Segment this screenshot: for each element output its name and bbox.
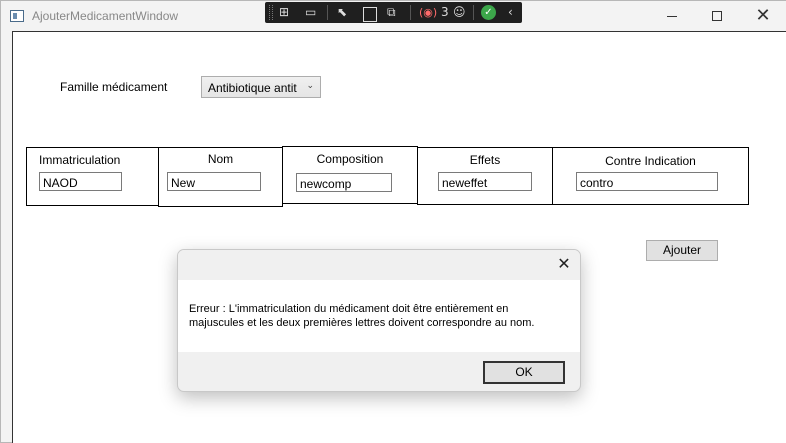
- ok-button[interactable]: OK: [483, 361, 565, 384]
- toolbar-divider: [473, 5, 474, 20]
- debug-toolbar: ⊞ ▭ ⬉ ⧉ (◉) 3 ☺ ✓ ‹: [265, 2, 522, 23]
- composition-input[interactable]: [296, 173, 392, 192]
- toolbar-grip-icon[interactable]: [269, 5, 273, 20]
- contre-indication-label: Contre Indication: [605, 154, 696, 168]
- check-status-icon[interactable]: ✓: [481, 5, 496, 20]
- dialog-message: Erreur : L'immatriculation du médicament…: [189, 302, 569, 330]
- maximize-icon: [712, 11, 722, 21]
- toolbar-divider: [410, 5, 411, 20]
- minimize-icon: [667, 15, 677, 17]
- field-cell-immatriculation: Immatriculation: [26, 147, 159, 206]
- dialog-title-bar[interactable]: ✕: [178, 250, 580, 280]
- accessibility-icon[interactable]: ☺: [453, 5, 466, 20]
- field-cell-nom: Nom: [158, 147, 283, 207]
- field-cell-effets: Effets: [417, 147, 553, 205]
- pointer-select-icon[interactable]: ⬉: [337, 5, 347, 20]
- application-window: AjouterMedicamentWindow ✕ ⊞ ▭ ⬉ ⧉ (◉) 3 …: [0, 0, 786, 443]
- field-cell-composition: Composition: [282, 146, 418, 204]
- field-cell-contre-indication: Contre Indication: [552, 147, 749, 205]
- minimize-button[interactable]: [649, 1, 695, 31]
- contre-indication-input[interactable]: [576, 172, 718, 191]
- immatriculation-input[interactable]: [39, 172, 122, 191]
- window-title: AjouterMedicamentWindow: [32, 9, 179, 23]
- famille-label: Famille médicament: [60, 80, 168, 94]
- track-focus-icon[interactable]: ⧉: [387, 5, 396, 20]
- nom-label: Nom: [207, 152, 234, 166]
- display-layout-icon[interactable]: [363, 7, 377, 22]
- collapse-chevron-icon[interactable]: ‹: [508, 5, 513, 20]
- dialog-message-line-2: majuscules et les deux premières lettres…: [189, 317, 535, 329]
- famille-selected-value: Antibiotique antit: [208, 81, 297, 95]
- live-issues-count: 3: [441, 5, 449, 19]
- nom-input[interactable]: [167, 172, 261, 191]
- close-button[interactable]: ✕: [740, 1, 786, 31]
- dialog-message-area: Erreur : L'immatriculation du médicament…: [178, 280, 580, 352]
- close-icon: ✕: [755, 5, 771, 26]
- effets-input[interactable]: [438, 172, 532, 191]
- maximize-button[interactable]: [694, 1, 740, 31]
- dialog-message-line-1: Erreur : L'immatriculation du médicament…: [189, 303, 509, 315]
- toolbar-divider: [327, 5, 328, 20]
- famille-combobox[interactable]: Antibiotique antit ⌄: [201, 76, 321, 98]
- immatriculation-label: Immatriculation: [39, 153, 121, 167]
- error-dialog: ✕ Erreur : L'immatriculation du médicame…: [177, 249, 581, 392]
- ajouter-button[interactable]: Ajouter: [646, 240, 718, 261]
- app-window-icon: [10, 10, 24, 22]
- composition-label: Composition: [316, 152, 384, 166]
- select-element-icon[interactable]: ⊞: [279, 5, 289, 20]
- video-record-icon[interactable]: ▭: [305, 5, 316, 20]
- dialog-close-icon[interactable]: ✕: [555, 255, 573, 273]
- effets-label: Effets: [469, 153, 501, 167]
- live-issues-icon[interactable]: (◉): [419, 5, 437, 20]
- chevron-down-icon: ⌄: [306, 80, 314, 90]
